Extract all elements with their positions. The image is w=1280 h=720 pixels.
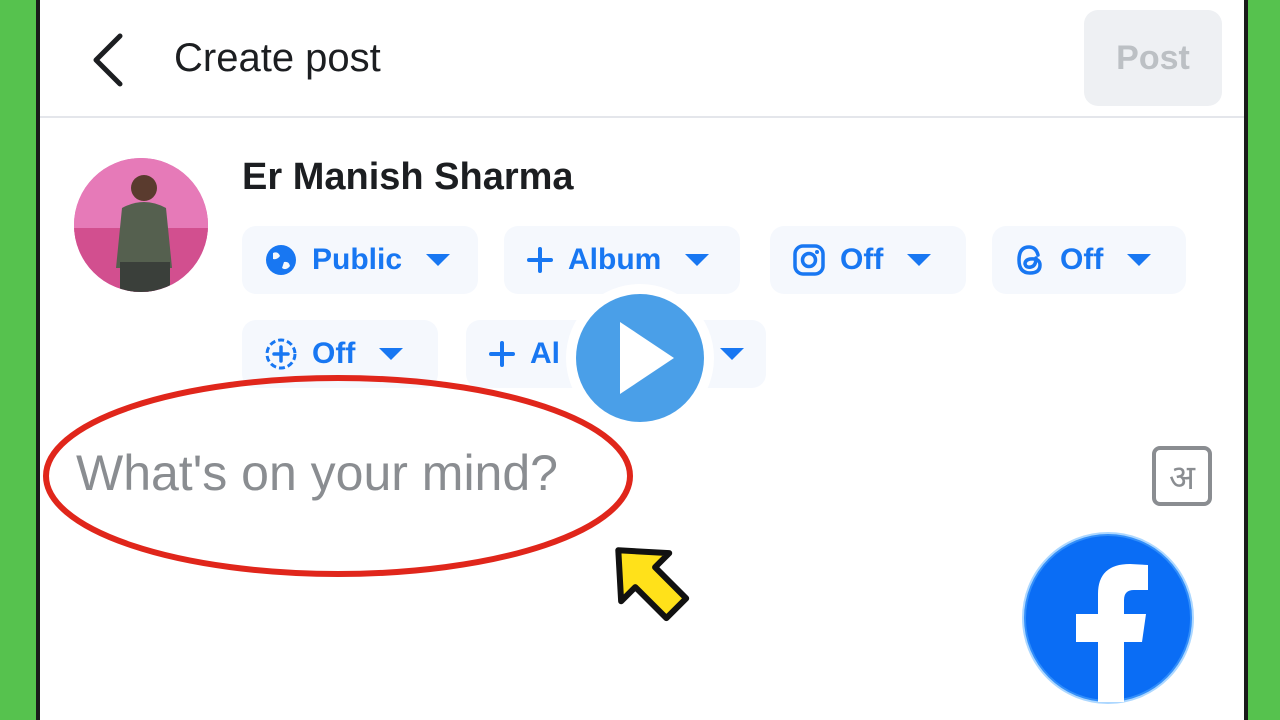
chevron-down-icon xyxy=(426,254,451,266)
album-label: Album xyxy=(568,243,662,276)
threads-label: Off xyxy=(1060,243,1104,276)
story-add-icon xyxy=(265,338,297,370)
globe-icon xyxy=(266,245,296,275)
album-chip-2[interactable]: Al xyxy=(466,320,766,388)
chevron-down-icon xyxy=(907,254,932,266)
privacy-chip[interactable]: Public xyxy=(242,226,478,294)
post-button[interactable]: Post xyxy=(1084,10,1222,106)
threads-chip[interactable]: Off xyxy=(992,226,1186,294)
album-chip[interactable]: Album xyxy=(504,226,740,294)
story-label: Off xyxy=(312,337,356,370)
page-title: Create post xyxy=(174,36,381,80)
chevron-down-icon xyxy=(1127,254,1152,266)
plus-icon xyxy=(489,341,515,367)
avatar-photo-icon xyxy=(74,158,208,292)
user-name: Er Manish Sharma xyxy=(242,156,574,198)
app-header: Create post Post xyxy=(40,0,1244,118)
threads-icon xyxy=(1017,245,1042,275)
post-composer-placeholder[interactable]: What's on your mind? xyxy=(76,444,558,502)
instagram-label: Off xyxy=(840,243,884,276)
album-label-2: Al xyxy=(530,337,560,370)
instagram-icon xyxy=(793,244,825,276)
privacy-label: Public xyxy=(312,243,403,276)
phone-screen: Create post Post Er Manish Sharma Public… xyxy=(36,0,1248,720)
story-chip[interactable]: Off xyxy=(242,320,438,388)
back-arrow-icon xyxy=(93,33,123,87)
chevron-down-icon xyxy=(720,348,744,360)
instagram-chip[interactable]: Off xyxy=(770,226,966,294)
language-toggle-button[interactable]: अ xyxy=(1152,446,1212,506)
language-label: अ xyxy=(1169,459,1195,497)
back-button[interactable] xyxy=(86,30,136,90)
chevron-down-icon xyxy=(379,348,404,360)
chevron-down-icon xyxy=(685,254,710,266)
plus-icon xyxy=(527,247,553,273)
avatar[interactable] xyxy=(74,158,208,292)
